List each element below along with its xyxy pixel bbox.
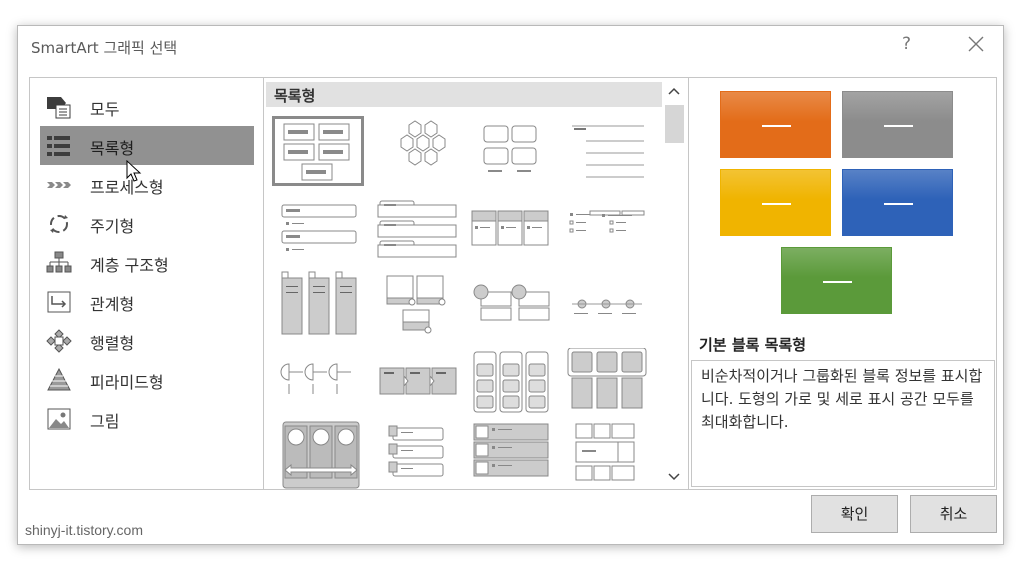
layout-tabbed-list[interactable]	[377, 420, 469, 489]
scroll-up-icon[interactable]	[666, 84, 682, 100]
category-process[interactable]: 프로세스형	[40, 165, 254, 204]
process-icon	[47, 182, 71, 188]
list-icon	[47, 136, 70, 156]
all-icon	[47, 97, 71, 119]
category-label: 피라미드형	[90, 373, 164, 392]
layout-gallery: 목록형	[264, 78, 689, 489]
content-area: 모두 목록형 프로세스형 주기형 계층 구조형 관계형 행렬형 피라미드형 그림…	[29, 77, 997, 490]
hierarchy-icon	[46, 251, 72, 273]
category-hierarchy[interactable]: 계층 구조형	[40, 243, 254, 282]
layout-lined-list[interactable]	[562, 116, 654, 186]
category-matrix[interactable]: 행렬형	[40, 321, 254, 360]
layout-arrow-tab-list[interactable]	[377, 348, 469, 418]
category-label: 목록형	[90, 139, 135, 158]
pyramid-icon	[47, 368, 71, 391]
layout-hexagon-cluster[interactable]	[377, 116, 469, 186]
category-label: 주기형	[90, 217, 135, 236]
preview-block-green	[781, 247, 892, 314]
close-icon[interactable]	[964, 32, 988, 56]
layout-grouped-vertical-list[interactable]	[467, 348, 559, 418]
gallery-header-label: 목록형	[274, 87, 316, 105]
preview-block-yellow	[720, 169, 831, 236]
layout-framed-block-list[interactable]	[562, 348, 654, 418]
category-list-type[interactable]: 목록형	[40, 126, 254, 165]
category-pyramid[interactable]: 피라미드형	[40, 360, 254, 399]
category-label: 행렬형	[90, 334, 135, 353]
cancel-button[interactable]: 취소	[910, 495, 997, 533]
preview-block-orange	[720, 91, 831, 158]
category-cycle[interactable]: 주기형	[40, 204, 254, 243]
layout-description: 비순차적이거나 그룹화된 블록 정보를 표시합니다. 도형의 가로 및 세로 표…	[691, 360, 995, 487]
category-label: 그림	[90, 412, 120, 431]
layout-grid-matrix-list[interactable]	[562, 420, 654, 489]
layout-circle-accent-list[interactable]	[467, 268, 559, 338]
category-all[interactable]: 모두	[40, 87, 254, 126]
cycle-icon	[50, 215, 68, 233]
ok-button[interactable]: 확인	[811, 495, 898, 533]
dialog-title: SmartArt 그래픽 선택	[31, 39, 178, 57]
scrollbar-thumb[interactable]	[665, 105, 684, 143]
watermark-text: shinyj-it.tistory.com	[25, 522, 143, 538]
layout-rounded-block-list[interactable]	[462, 116, 554, 186]
category-label: 계층 구조형	[90, 256, 169, 275]
matrix-icon	[46, 329, 72, 353]
relationship-icon	[47, 291, 71, 313]
preview-block-blue	[842, 169, 953, 236]
title-bar: SmartArt 그래픽 선택 ?	[18, 26, 1003, 68]
layout-checkbox-list[interactable]	[467, 420, 559, 489]
smartart-dialog: SmartArt 그래픽 선택 ? 모두 목록형 프로세스형 주기형 계층 구조…	[17, 25, 1004, 545]
category-picture[interactable]: 그림	[40, 399, 254, 438]
mouse-cursor-icon	[126, 160, 142, 182]
scroll-down-icon[interactable]	[666, 468, 682, 484]
layout-title: 기본 블록 목록형	[699, 336, 807, 354]
layout-circle-column-list[interactable]	[277, 420, 369, 489]
preview-block-gray	[842, 91, 953, 158]
layout-vertical-bullet-list[interactable]	[277, 193, 369, 263]
layout-picture-caption-list[interactable]	[377, 268, 469, 338]
preview-pane: 기본 블록 목록형 비순차적이거나 그룹화된 블록 정보를 표시합니다. 도형의…	[689, 78, 996, 489]
layout-basic-block-list[interactable]	[272, 116, 364, 186]
help-button[interactable]: ?	[902, 34, 911, 54]
layout-table-list[interactable]	[562, 193, 654, 263]
picture-icon	[47, 408, 71, 430]
layout-circle-line-list[interactable]	[562, 268, 654, 338]
layout-half-circle-list[interactable]	[277, 348, 369, 418]
layout-vertical-box-list[interactable]	[277, 268, 369, 338]
gallery-scrollbar[interactable]	[663, 82, 686, 487]
category-label: 모두	[90, 100, 120, 119]
layout-stacked-list[interactable]	[372, 193, 464, 263]
category-label: 관계형	[90, 295, 135, 314]
layout-horizontal-bullet-list[interactable]	[467, 193, 559, 263]
category-list: 모두 목록형 프로세스형 주기형 계층 구조형 관계형 행렬형 피라미드형 그림	[30, 78, 264, 489]
category-relationship[interactable]: 관계형	[40, 282, 254, 321]
gallery-header: 목록형	[266, 82, 662, 107]
